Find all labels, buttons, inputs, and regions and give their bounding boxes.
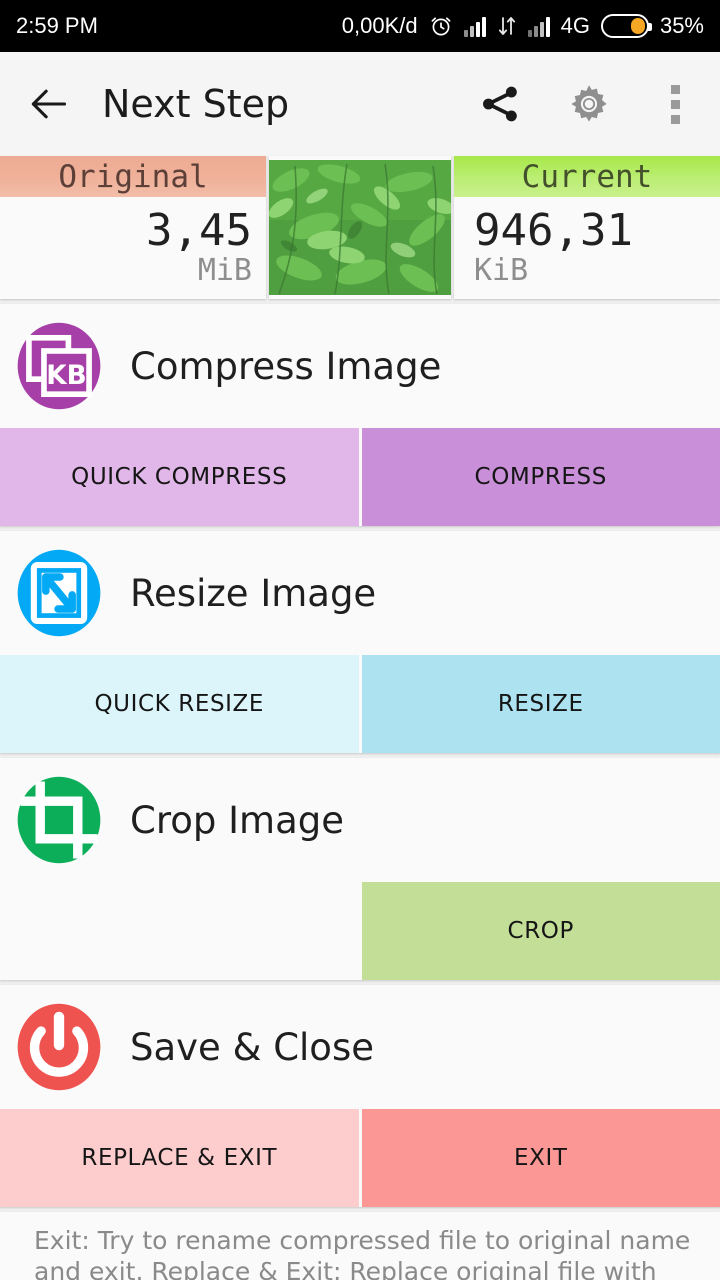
resize-card-actions: QUICK RESIZE RESIZE: [0, 655, 720, 753]
status-icons: 0,00K/d 4G 35%: [342, 13, 704, 39]
current-size-unit: KiB: [474, 252, 529, 288]
save-close-card: Save & Close REPLACE & EXIT EXIT: [0, 985, 720, 1207]
page-title: Next Step: [102, 82, 290, 126]
exit-button[interactable]: EXIT: [361, 1109, 720, 1207]
status-clock: 2:59 PM: [16, 13, 98, 38]
network-speed-label: 0,00K/d: [341, 13, 418, 38]
signal-bars-icon-2: [527, 15, 550, 37]
compress-card-title: Compress Image: [130, 344, 442, 388]
crop-image-card: Crop Image CROP: [0, 758, 720, 980]
size-comparison-panel: Original 3,45 MiB Current 946,31 KiB: [0, 156, 720, 299]
share-icon[interactable]: [479, 83, 521, 125]
replace-and-exit-button[interactable]: REPLACE & EXIT: [0, 1109, 359, 1207]
network-type-label: 4G: [560, 13, 590, 38]
crop-tool-icon: [17, 776, 101, 864]
original-size-unit: MiB: [197, 252, 252, 288]
crop-card-header: Crop Image: [0, 758, 720, 882]
crop-empty-slot: [0, 882, 359, 980]
resize-image-card: Resize Image QUICK RESIZE RESIZE: [0, 531, 720, 753]
original-label: Original: [0, 156, 266, 197]
compress-kb-icon: KB: [17, 322, 101, 410]
current-size-body: 946,31 KiB: [454, 197, 720, 299]
compress-button[interactable]: COMPRESS: [361, 428, 720, 526]
save-close-card-header: Save & Close: [0, 985, 720, 1109]
original-size-card: Original 3,45 MiB: [0, 156, 266, 299]
crop-card-actions: CROP: [0, 882, 720, 980]
back-arrow-icon[interactable]: [26, 82, 70, 126]
svg-text:KB: KB: [46, 361, 86, 391]
app-bar: Next Step: [0, 52, 720, 156]
save-close-card-title: Save & Close: [130, 1025, 374, 1069]
power-icon: [17, 1003, 101, 1091]
image-thumbnail[interactable]: [269, 156, 451, 299]
app-bar-actions: [479, 81, 694, 128]
original-size-body: 3,45 MiB: [0, 197, 266, 299]
footer-help-paragraph: Exit: Try to rename compressed file to o…: [34, 1226, 691, 1280]
battery-percent-label: 35%: [659, 13, 704, 38]
battery-icon: [600, 14, 652, 38]
quick-resize-button[interactable]: QUICK RESIZE: [0, 655, 359, 753]
current-size-card: Current 946,31 KiB: [454, 156, 720, 299]
current-label: Current: [454, 156, 720, 197]
compress-card-actions: QUICK COMPRESS COMPRESS: [0, 428, 720, 526]
status-bar: 2:59 PM 0,00K/d 4G 35%: [0, 0, 720, 52]
alarm-icon: [431, 17, 451, 36]
quick-compress-button[interactable]: QUICK COMPRESS: [0, 428, 359, 526]
signal-bars-icon: [463, 15, 486, 37]
resize-arrow-icon: [17, 549, 101, 637]
footer-help-text: Exit: Try to rename compressed file to o…: [0, 1212, 720, 1280]
original-size-value: 3,45: [146, 204, 252, 256]
thumbnail-image: [269, 160, 451, 295]
overflow-menu-icon[interactable]: [657, 81, 694, 128]
current-size-value: 946,31: [474, 204, 633, 256]
compress-image-card: KB Compress Image QUICK COMPRESS COMPRES…: [0, 304, 720, 526]
crop-card-title: Crop Image: [130, 798, 344, 842]
resize-button[interactable]: RESIZE: [361, 655, 720, 753]
resize-card-header: Resize Image: [0, 531, 720, 655]
compress-card-header: KB Compress Image: [0, 304, 720, 428]
crop-button[interactable]: CROP: [361, 882, 720, 980]
gear-icon[interactable]: [567, 82, 611, 126]
resize-card-title: Resize Image: [130, 571, 377, 615]
data-transfer-icon: [498, 17, 515, 35]
save-close-card-actions: REPLACE & EXIT EXIT: [0, 1109, 720, 1207]
